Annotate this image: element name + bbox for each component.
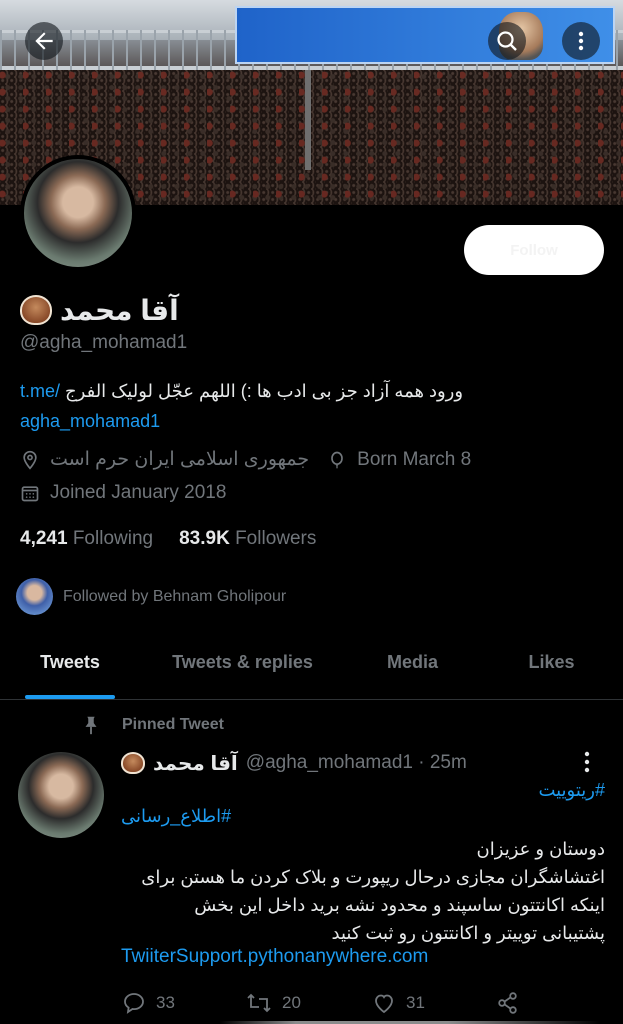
profile-bio: t.me/ ورود همه آزاد جز بی ادب ها :) الله… bbox=[20, 376, 610, 436]
arrow-left-icon bbox=[35, 32, 53, 50]
bio-link-continued[interactable]: agha_mohamad1 bbox=[20, 411, 160, 431]
follow-button[interactable]: Follow bbox=[464, 225, 604, 275]
pot-emoji-icon bbox=[121, 752, 145, 774]
profile-avatar[interactable] bbox=[20, 155, 136, 271]
profile-avatar-image bbox=[24, 159, 132, 267]
tweet-line: اغتشاشگران مجازی درحال ریپورت و بلاک کرد… bbox=[141, 867, 605, 887]
profile-joined: Joined January 2018 bbox=[50, 482, 227, 503]
share-button[interactable] bbox=[496, 991, 520, 1015]
bio-text: ورود همه آزاد جز بی ادب ها :) اللهم عجّل… bbox=[65, 381, 464, 401]
reply-button[interactable]: 33 bbox=[122, 991, 246, 1015]
followers-link[interactable]: 83.9K Followers bbox=[179, 528, 316, 550]
tweet-more-button[interactable] bbox=[577, 750, 597, 779]
back-button[interactable] bbox=[25, 22, 63, 60]
follower-avatar bbox=[16, 578, 53, 615]
profile-handle: @agha_mohamad1 bbox=[20, 332, 188, 353]
heart-icon bbox=[375, 994, 393, 1014]
like-count: 31 bbox=[406, 993, 425, 1012]
like-button[interactable]: 31 bbox=[372, 991, 496, 1015]
more-button[interactable] bbox=[562, 22, 600, 60]
tweet-header: آقا محمد @agha_mohamad1 · 25m bbox=[121, 748, 611, 778]
profile-name-row: آقا محمد bbox=[20, 290, 179, 330]
pinned-label: Pinned Tweet bbox=[122, 716, 224, 733]
tweet-hashtag[interactable]: #اطلاع_رسانی bbox=[121, 806, 231, 827]
banner-pole bbox=[305, 70, 311, 170]
banner-billboard bbox=[235, 6, 615, 64]
following-link[interactable]: 4,241 Following bbox=[20, 528, 153, 550]
retweet-icon bbox=[247, 993, 271, 1013]
followed-by-text: Followed by Behnam Gholipour bbox=[63, 587, 287, 605]
share-icon bbox=[498, 992, 517, 1014]
tweet-handle-time: @agha_mohamad1 · 25m bbox=[245, 752, 467, 773]
pot-emoji-icon bbox=[20, 295, 52, 325]
profile-joined-row: Joined January 2018 bbox=[20, 482, 226, 504]
search-icon bbox=[497, 31, 517, 51]
display-name: آقا محمد bbox=[60, 294, 179, 326]
tweet-hashtag[interactable]: #ریتوییت bbox=[538, 780, 605, 801]
profile-tabs: Tweets Tweets & replies Media Likes bbox=[0, 630, 623, 700]
tab-tweets[interactable]: Tweets bbox=[0, 630, 140, 699]
tweet-line: پشتیبانی توییتر و اکانتتون رو ثبت کنید bbox=[331, 923, 606, 943]
reply-icon bbox=[124, 993, 144, 1014]
calendar-icon bbox=[21, 486, 39, 502]
profile-birthday: Born March 8 bbox=[357, 448, 472, 470]
following-count: 4,241 bbox=[20, 528, 68, 549]
more-vertical-icon bbox=[578, 31, 584, 51]
bio-link[interactable]: t.me/ bbox=[20, 381, 60, 401]
profile-meta-row: جمهوری اسلامی ایران حرم است Born March 8 bbox=[20, 448, 471, 471]
reply-count: 33 bbox=[156, 993, 175, 1012]
tweet-line: دوستان و عزیزان bbox=[476, 839, 605, 859]
search-button[interactable] bbox=[488, 22, 526, 60]
followers-count: 83.9K bbox=[179, 528, 230, 549]
tweet-avatar[interactable] bbox=[18, 752, 104, 838]
tab-likes[interactable]: Likes bbox=[480, 630, 623, 699]
following-label: Following bbox=[72, 528, 154, 549]
tab-tweets-replies[interactable]: Tweets & replies bbox=[140, 630, 345, 699]
pinned-indicator: Pinned Tweet bbox=[80, 714, 224, 736]
pin-icon bbox=[85, 716, 97, 735]
tweet-body: دوستان و عزیزان اغتشاشگران مجازی درحال ر… bbox=[121, 835, 605, 947]
retweet-count: 20 bbox=[282, 993, 301, 1012]
more-vertical-icon bbox=[584, 751, 590, 773]
retweet-button[interactable]: 20 bbox=[246, 991, 372, 1015]
profile-counts: 4,241 Following 83.9K Followers bbox=[20, 528, 316, 550]
tweet-line: اینکه اکانتتون ساسپند و محدود نشه برید د… bbox=[194, 895, 605, 915]
followed-by-row[interactable]: Followed by Behnam Gholipour bbox=[16, 578, 286, 615]
followers-label: Followers bbox=[235, 528, 317, 549]
location-pin-icon bbox=[23, 450, 37, 470]
balloon-icon bbox=[331, 451, 343, 468]
profile-location: جمهوری اسلامی ایران حرم است bbox=[50, 449, 310, 470]
next-tweet-preview bbox=[220, 1016, 600, 1024]
tweet-actions: 33 20 31 bbox=[122, 988, 602, 1018]
tweet-author-name[interactable]: آقا محمد bbox=[153, 751, 238, 776]
tweet-link[interactable]: TwiiterSupport.pythonanywhere.com bbox=[121, 946, 428, 968]
tab-media[interactable]: Media bbox=[345, 630, 480, 699]
